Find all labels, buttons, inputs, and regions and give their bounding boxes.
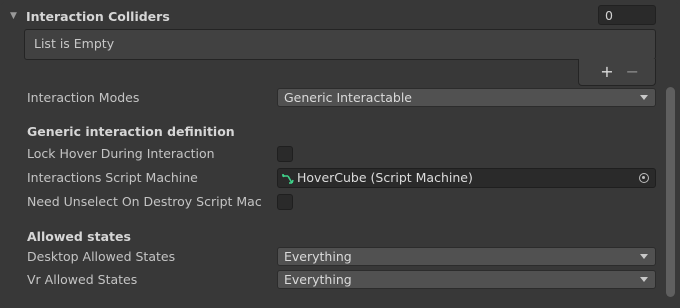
interaction-modes-value: Generic Interactable	[284, 90, 412, 105]
desktop-allowed-states-value: Everything	[284, 249, 352, 264]
generic-section-title: Generic interaction definition	[27, 124, 235, 139]
interaction-modes-label: Interaction Modes	[27, 90, 140, 105]
scrollbar-thumb[interactable]	[666, 87, 675, 297]
dropdown-caret-icon	[640, 95, 648, 100]
foldout-arrow-icon[interactable]: ▼	[10, 11, 20, 21]
interaction-modes-dropdown[interactable]: Generic Interactable	[277, 88, 656, 107]
interaction-colliders-foldout[interactable]: ▼ Interaction Colliders	[10, 7, 170, 25]
script-machine-value: HoverCube (Script Machine)	[297, 170, 473, 185]
script-machine-object-field[interactable]: HoverCube (Script Machine)	[277, 168, 656, 188]
need-unselect-label: Need Unselect On Destroy Script Mac	[27, 194, 262, 209]
dropdown-caret-icon	[640, 277, 648, 282]
remove-element-button[interactable]: −	[626, 64, 639, 80]
colliders-list: List is Empty	[24, 29, 656, 60]
script-graph-icon	[282, 172, 294, 190]
vr-allowed-states-value: Everything	[284, 272, 352, 287]
interaction-colliders-title: Interaction Colliders	[26, 8, 170, 24]
list-empty-text: List is Empty	[34, 36, 115, 51]
allowed-states-section-title: Allowed states	[27, 229, 131, 244]
need-unselect-checkbox[interactable]	[277, 194, 293, 210]
script-machine-label: Interactions Script Machine	[27, 170, 198, 185]
lock-hover-label: Lock Hover During Interaction	[27, 146, 215, 161]
list-footer: + −	[578, 59, 656, 86]
object-picker-icon[interactable]	[639, 173, 649, 183]
list-size-field[interactable]: 0	[598, 5, 656, 25]
vr-allowed-states-dropdown[interactable]: Everything	[277, 270, 656, 289]
desktop-allowed-states-dropdown[interactable]: Everything	[277, 247, 656, 266]
inspector-panel: ▼ Interaction Colliders 0 List is Empty …	[0, 0, 680, 308]
lock-hover-checkbox[interactable]	[277, 146, 293, 162]
dropdown-caret-icon	[640, 254, 648, 259]
desktop-allowed-states-label: Desktop Allowed States	[27, 249, 176, 264]
vr-allowed-states-label: Vr Allowed States	[27, 272, 138, 287]
add-element-button[interactable]: +	[600, 64, 613, 80]
